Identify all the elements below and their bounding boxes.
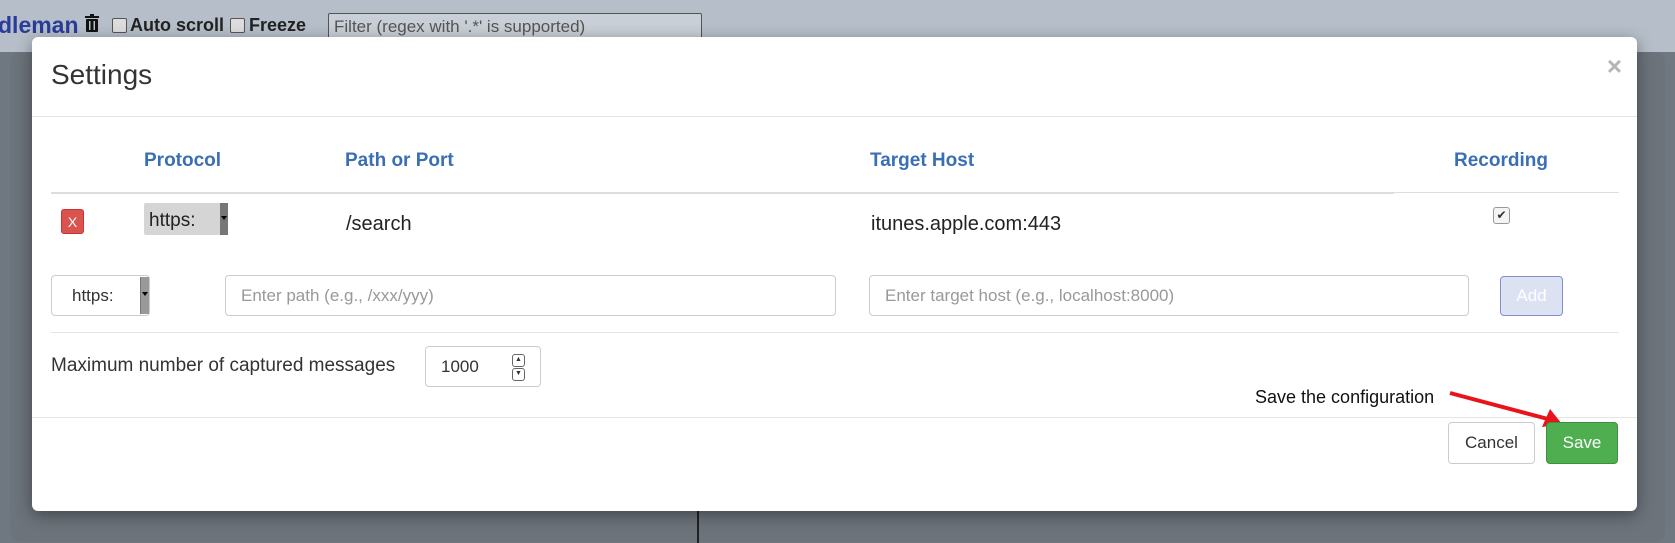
form-divider [51, 332, 1619, 333]
number-spinner[interactable]: ▲ ▼ [512, 354, 525, 381]
save-button[interactable]: Save [1546, 422, 1618, 464]
annotation-text: Save the configuration [1255, 387, 1435, 407]
max-messages-label: Maximum number of captured messages [51, 355, 396, 376]
filter-input[interactable]: Filter (regex with '.*' is supported) [328, 13, 702, 39]
dropdown-arrow-icon [220, 203, 228, 235]
new-protocol-select[interactable]: https: [51, 275, 150, 316]
table-header-rule [1394, 192, 1619, 193]
rule-target-host: itunes.apple.com:443 [871, 213, 1062, 235]
recording-checkbox[interactable]: ✔ [1493, 207, 1510, 224]
path-input[interactable] [225, 275, 836, 316]
app-brand[interactable]: dleman [0, 12, 79, 39]
rule-protocol-select[interactable]: https: [144, 203, 228, 235]
spinner-down-icon[interactable]: ▼ [512, 368, 525, 381]
settings-modal: Settings × Protocol Path or Port Target … [32, 37, 1637, 511]
add-rule-button[interactable]: Add [1500, 276, 1563, 316]
header-divider [32, 116, 1637, 117]
modal-title: Settings [51, 59, 153, 90]
new-protocol-value: https: [72, 286, 114, 305]
footer-divider [32, 417, 1637, 418]
spinner-up-icon[interactable]: ▲ [512, 354, 525, 367]
max-messages-value: 1000 [441, 357, 479, 376]
freeze-checkbox[interactable] [230, 18, 245, 33]
rule-protocol-value: https: [149, 210, 196, 231]
table-header-rule [51, 192, 1394, 194]
auto-scroll-checkbox[interactable] [112, 18, 127, 33]
auto-scroll-label: Auto scroll [130, 15, 225, 35]
cancel-button[interactable]: Cancel [1448, 422, 1535, 464]
column-header-target-host: Target Host [870, 150, 975, 171]
column-header-path: Path or Port [345, 150, 454, 171]
rule-path: /search [346, 213, 412, 235]
dropdown-arrow-icon [140, 277, 149, 314]
delete-rule-button[interactable]: X [61, 209, 84, 234]
column-header-protocol: Protocol [144, 150, 222, 171]
checkbox-checked-icon: ✔ [1496, 208, 1507, 222]
column-header-recording: Recording [1454, 150, 1548, 171]
trash-icon[interactable] [84, 14, 100, 32]
target-host-input[interactable] [869, 275, 1469, 316]
close-icon[interactable]: × [1607, 51, 1622, 82]
freeze-label: Freeze [249, 15, 307, 35]
max-messages-input[interactable]: 1000 ▲ ▼ [425, 346, 541, 387]
